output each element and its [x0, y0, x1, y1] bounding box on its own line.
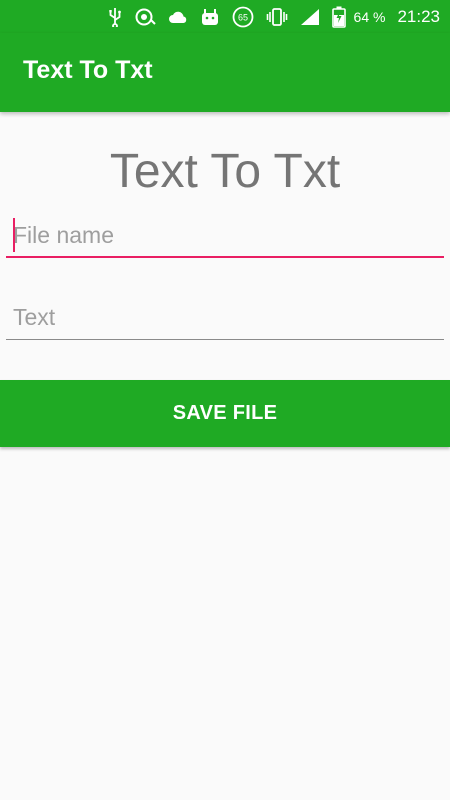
- save-file-button[interactable]: SAVE FILE: [0, 380, 450, 447]
- data-usage-value: 65: [238, 12, 248, 22]
- battery-percent: 64 %: [353, 8, 386, 25]
- app-bar-title: Text To Txt: [23, 56, 153, 84]
- status-time: 21:23: [397, 6, 440, 26]
- text-cursor: [13, 218, 15, 252]
- vibrate-icon: [266, 7, 288, 27]
- page-title: Text To Txt: [109, 145, 341, 198]
- cloud-icon: [168, 7, 188, 27]
- file-name-field[interactable]: [6, 214, 444, 258]
- text-input[interactable]: [6, 296, 444, 339]
- usb-icon: [108, 7, 122, 27]
- app-bar: Text To Txt: [0, 33, 450, 112]
- sync-icon: [134, 7, 156, 27]
- android-icon: [200, 7, 220, 27]
- file-name-input[interactable]: [6, 214, 444, 256]
- text-field[interactable]: [6, 296, 444, 340]
- battery-charging-icon: [331, 6, 346, 28]
- status-bar: 65 64 % 21:23: [0, 0, 450, 33]
- signal-icon: [300, 7, 320, 27]
- data-usage-icon: 65: [232, 6, 254, 27]
